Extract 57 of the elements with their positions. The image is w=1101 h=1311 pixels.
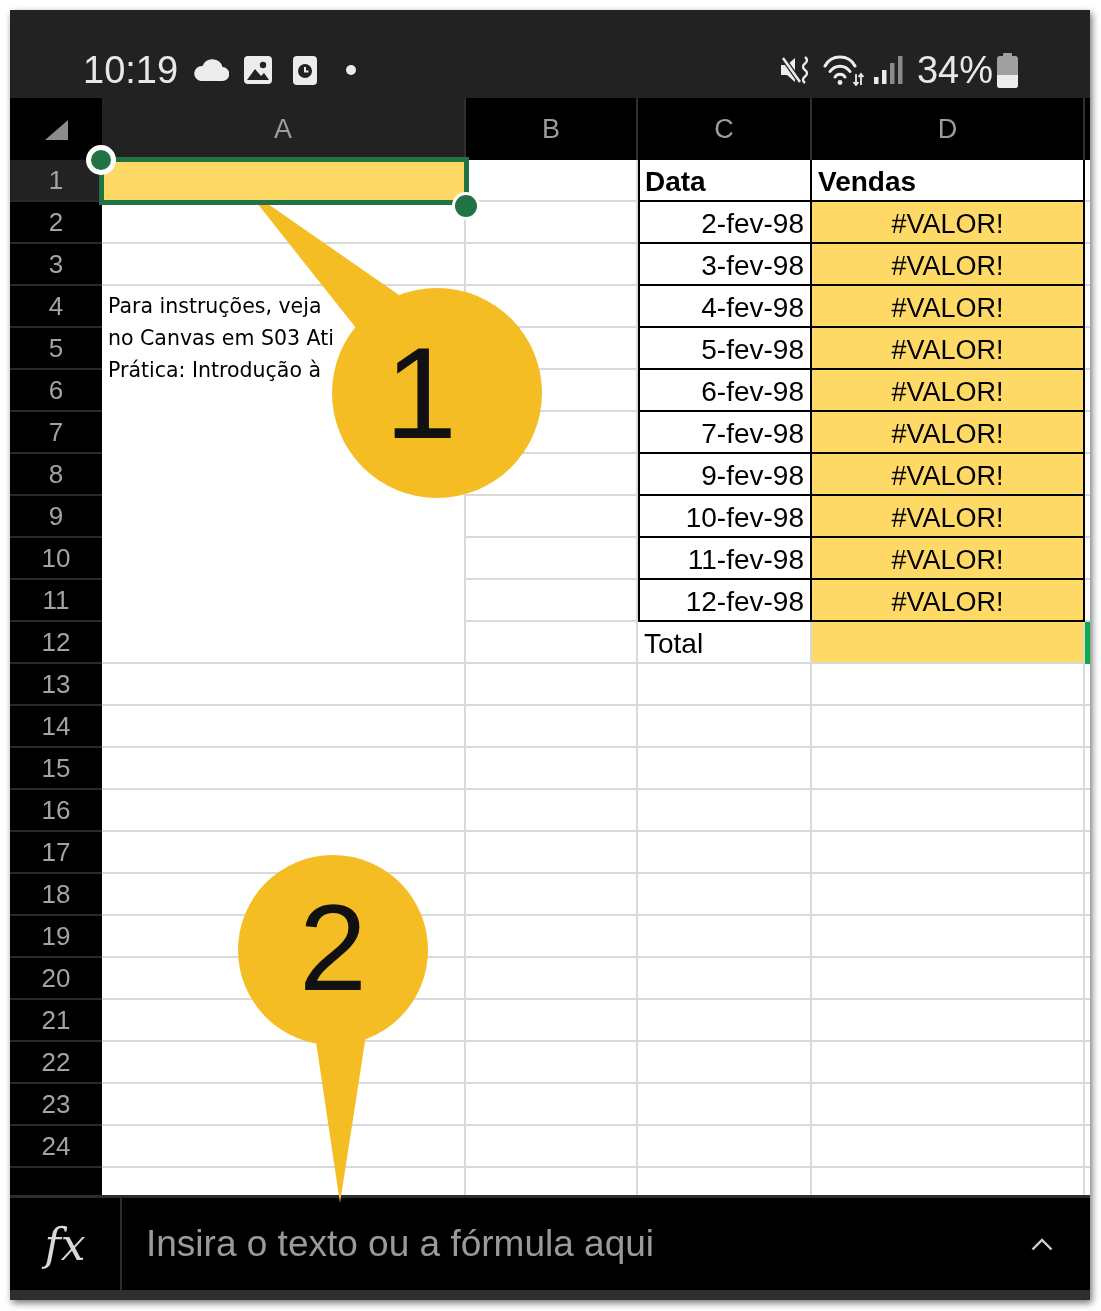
- table-cell: #VALOR!: [812, 328, 1085, 370]
- row-header[interactable]: 12: [10, 622, 102, 664]
- row-header[interactable]: 16: [10, 790, 102, 832]
- table-cell: #VALOR!: [812, 286, 1085, 328]
- formula-bar[interactable]: fx Insira o texto ou a fórmula aqui: [10, 1195, 1090, 1290]
- cell-text: Para instruções, veja no Canvas em S03 Ati Prática: Introdução à: [108, 293, 334, 384]
- row-header[interactable]: 4: [10, 286, 102, 328]
- column-header[interactable]: D: [812, 98, 1085, 160]
- row-header[interactable]: 5: [10, 328, 102, 370]
- row-header[interactable]: 8: [10, 454, 102, 496]
- wifi-icon: [822, 54, 864, 86]
- callout-number: 1: [384, 320, 458, 466]
- dot-icon: [346, 65, 357, 75]
- cloud-icon: [193, 59, 230, 81]
- table-cell: #VALOR!: [812, 496, 1085, 538]
- row-header[interactable]: 14: [10, 706, 102, 748]
- row-header[interactable]: 20: [10, 958, 102, 1000]
- battery-percent: 34%: [916, 51, 993, 89]
- caret-icon: [1031, 1237, 1053, 1251]
- triangle-icon: [44, 120, 68, 140]
- clock-icon: [293, 55, 318, 85]
- row-header[interactable]: 6: [10, 370, 102, 412]
- row-header[interactable]: 11: [10, 580, 102, 622]
- row-header[interactable]: 18: [10, 874, 102, 916]
- selected-cell[interactable]: [102, 160, 466, 202]
- row-header[interactable]: 17: [10, 832, 102, 874]
- column-header[interactable]: B: [466, 98, 638, 160]
- select-all-button[interactable]: [10, 98, 102, 160]
- row-header[interactable]: 23: [10, 1084, 102, 1126]
- table-heading: Data: [638, 160, 812, 202]
- table-cell: #VALOR!: [812, 244, 1085, 286]
- mute-vibrate-icon: [779, 55, 811, 85]
- row-header[interactable]: 22: [10, 1042, 102, 1084]
- row-header[interactable]: 21: [10, 1000, 102, 1042]
- clock-time: 10:19: [83, 51, 179, 89]
- row-header[interactable]: 7: [10, 412, 102, 454]
- column-header[interactable]: C: [638, 98, 812, 160]
- row-header[interactable]: 13: [10, 664, 102, 706]
- column-header[interactable]: A: [102, 98, 466, 160]
- signal-icon: [873, 56, 903, 84]
- row-header[interactable]: 2: [10, 202, 102, 244]
- row-header[interactable]: 19: [10, 916, 102, 958]
- image-icon: [244, 56, 273, 84]
- table-cell: #VALOR!: [812, 412, 1085, 454]
- row-header[interactable]: 3: [10, 244, 102, 286]
- battery-icon: [997, 52, 1018, 88]
- table-cell: #VALOR!: [812, 202, 1085, 244]
- row-header[interactable]: 24: [10, 1126, 102, 1168]
- row-header[interactable]: 15: [10, 748, 102, 790]
- table-cell: #VALOR!: [812, 370, 1085, 412]
- callout-number: 2: [299, 880, 367, 1016]
- table-cell: #VALOR!: [812, 538, 1085, 580]
- row-header[interactable]: 10: [10, 538, 102, 580]
- row-header[interactable]: 9: [10, 496, 102, 538]
- table-cell: #VALOR!: [812, 580, 1085, 622]
- row-header[interactable]: 1: [10, 160, 102, 202]
- table-cell: #VALOR!: [812, 454, 1085, 496]
